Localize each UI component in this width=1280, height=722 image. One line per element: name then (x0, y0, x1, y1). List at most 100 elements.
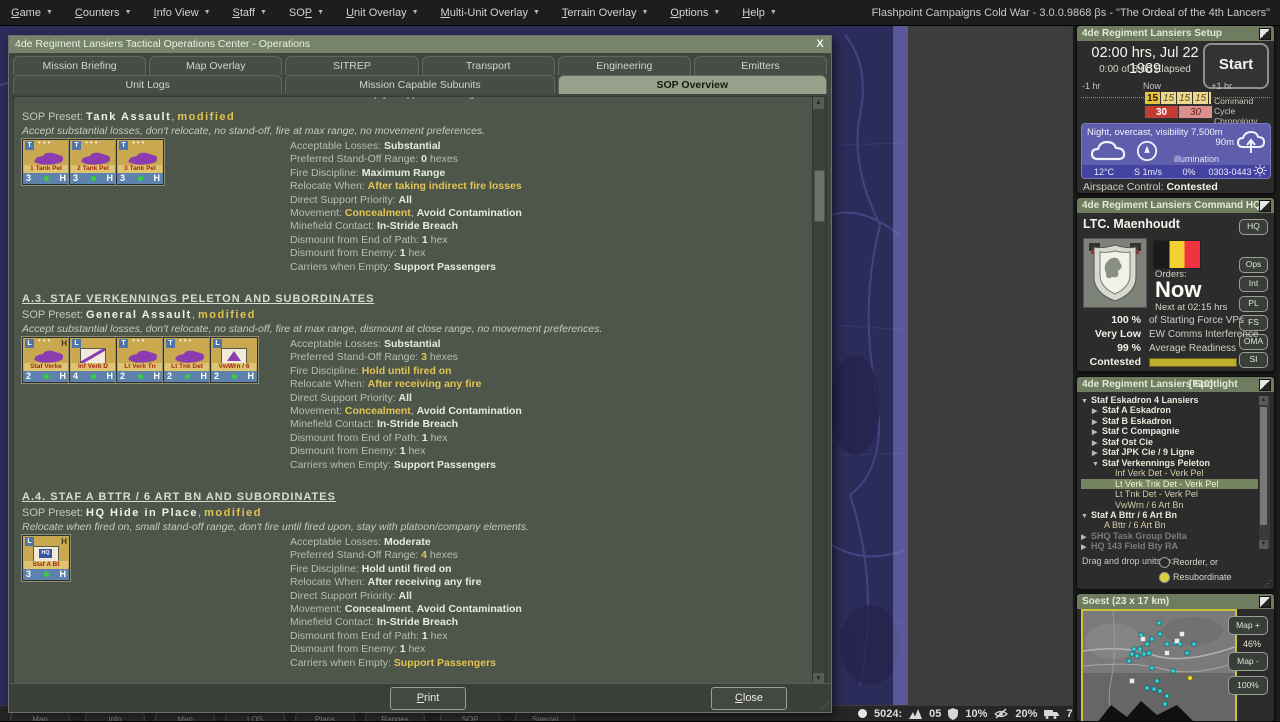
map-zoom-out-button[interactable]: Map - (1228, 652, 1268, 671)
belgium-flag (1153, 240, 1201, 269)
chevron-collapsed-icon[interactable]: ▶ (1092, 449, 1102, 457)
tree-item-staf-eskadron-4-lansiers[interactable]: ▼Staf Eskadron 4 Lansiers (1081, 395, 1259, 405)
chevron-collapsed-icon[interactable]: ▶ (1092, 418, 1102, 426)
reorder-radio[interactable] (1159, 557, 1170, 568)
menu-terrain-overlay[interactable]: Terrain Overlay▼ (551, 7, 660, 19)
sop-prop-row: Minefield Contact: In-Stride Breach (290, 220, 810, 233)
tank-icon (167, 348, 207, 364)
chevron-expanded-icon[interactable]: ▼ (1092, 460, 1102, 468)
counter-status-strip: 3H (70, 173, 116, 184)
scroll-up-icon[interactable]: ▲ (1259, 396, 1268, 405)
ops-button[interactable]: Ops (1239, 257, 1268, 273)
readiness-dot-icon (44, 374, 49, 379)
sop-prop-row: Relocate When: After receiving any fire (290, 576, 810, 589)
tab-sitrep[interactable]: SITREP (285, 56, 418, 75)
unit-counter-lt-verk-tn[interactable]: T•••Lt Verk Tn2H (116, 337, 164, 383)
menu-game[interactable]: Game▼ (0, 7, 64, 19)
menu-info-view[interactable]: Info View▼ (143, 7, 222, 19)
tree-item-hq-143-field-bty-ra[interactable]: ▶HQ 143 Field Bty RA (1081, 541, 1259, 551)
tree-item-vwwrn-6-art-bn[interactable]: VwWrn / 6 Art Bn (1081, 500, 1259, 510)
unit-counter-3-tank-pel[interactable]: T•••3 Tank Pel3H (116, 139, 164, 185)
tree-item-staf-b-eskadron[interactable]: ▶Staf B Eskadron (1081, 416, 1259, 426)
menu-staff[interactable]: Staff▼ (222, 7, 278, 19)
tab-map-overlay[interactable]: Map Overlay (149, 56, 282, 75)
tree-item-staf-a-eskadron[interactable]: ▶Staf A Eskadron (1081, 405, 1259, 415)
unit-counter-vwwrn-6[interactable]: LVwWrn / 62H (210, 337, 258, 383)
tab-mission-capable-subunits[interactable]: Mission Capable Subunits (285, 75, 554, 94)
tree-item-staf-a-bttr-6-art-bn[interactable]: ▼Staf A Bttr / 6 Art Bn (1081, 510, 1259, 520)
chevron-collapsed-icon[interactable]: ▶ (1092, 407, 1102, 415)
spotlight-hotkey: [F10] (1189, 377, 1213, 392)
panel-menu-icon[interactable] (1259, 28, 1271, 40)
chevron-collapsed-icon[interactable]: ▶ (1092, 428, 1102, 436)
close-button[interactable]: Close (711, 687, 787, 710)
unit-counter-staf-verke[interactable]: L•••HStaf Verke2H (22, 337, 70, 383)
unit-counter-staf-a-bt[interactable]: LHHQStaf A Bt3H (22, 535, 70, 581)
tree-item-staf-c-compagnie[interactable]: ▶Staf C Compagnie (1081, 426, 1259, 436)
unit-counter-2-tank-pel[interactable]: T•••2 Tank Pel3H (69, 139, 117, 185)
cycle-box-clipped (1208, 91, 1212, 105)
tab-emitters[interactable]: Emitters (694, 56, 827, 75)
tree-item-staf-verkennings-peleton[interactable]: ▼Staf Verkennings Peleton (1081, 458, 1259, 468)
tree-item-staf-ost-cie[interactable]: ▶Staf Ost Cie (1081, 437, 1259, 447)
resize-grip-icon[interactable]: ⋰ (821, 702, 829, 710)
unit-name: Lt Tnk Det (165, 363, 209, 371)
map-zoom-in-button[interactable]: Map + (1228, 616, 1268, 635)
menu-help[interactable]: Help▼ (731, 7, 788, 19)
tree-scrollbar[interactable]: ▲ ▼ (1258, 395, 1271, 550)
sop-prop-row: Minefield Contact: In-Stride Breach (290, 616, 810, 629)
menu-options[interactable]: Options▼ (659, 7, 731, 19)
print-button[interactable]: Print (390, 687, 466, 710)
unit-marker (1171, 669, 1175, 673)
chevron-expanded-icon[interactable]: ▼ (1081, 397, 1091, 405)
unit-marker (1155, 679, 1159, 683)
resubordinate-radio[interactable] (1159, 572, 1170, 583)
hq-stat-label: of Starting Force VPs (1149, 315, 1244, 326)
minimap[interactable] (1081, 609, 1237, 722)
chevron-collapsed-icon[interactable]: ▶ (1092, 439, 1102, 447)
map-zoom-full-button[interactable]: 100% (1228, 676, 1268, 695)
unit-counter-inf-verk-d[interactable]: LInf Verk D4H (69, 337, 117, 383)
tab-sop-overview[interactable]: SOP Overview (558, 75, 827, 94)
panel-menu-icon[interactable] (1259, 200, 1271, 212)
menu-sop[interactable]: SOP▼ (278, 7, 335, 19)
tree-item-lt-tnk-det-verk-pel[interactable]: Lt Tnk Det - Verk Pel (1081, 489, 1259, 499)
hq-stat-label: EW Comms Interference (1149, 329, 1258, 340)
chevron-collapsed-icon[interactable]: ▶ (1081, 533, 1091, 541)
tab-unit-logs[interactable]: Unit Logs (13, 75, 282, 94)
scroll-down-icon[interactable]: ▼ (1259, 540, 1268, 549)
tab-mission-briefing[interactable]: Mission Briefing (13, 56, 146, 75)
sop-preset-line: SOP Preset: HQ Hide in Place, modified (22, 507, 262, 519)
chevron-expanded-icon[interactable]: ▼ (1081, 512, 1091, 520)
orders-status: Now (1155, 277, 1201, 303)
observer-symbol-icon (221, 348, 247, 364)
panel-menu-icon[interactable] (1259, 596, 1271, 608)
chevron-collapsed-icon[interactable]: ▶ (1081, 543, 1091, 551)
scroll-up-icon[interactable]: ▲ (813, 97, 824, 109)
scrollbar-thumb[interactable] (1260, 407, 1267, 525)
tab-engineering[interactable]: Engineering (558, 56, 691, 75)
menu-unit-overlay[interactable]: Unit Overlay▼ (335, 7, 429, 19)
resize-grip-icon[interactable]: ⋰ (1264, 579, 1272, 588)
unit-counter-1-tank-pel[interactable]: T•••1 Tank Pel3H (22, 139, 70, 185)
unit-counter-lt-tnk-det[interactable]: T•••Lt Tnk Det2H (163, 337, 211, 383)
panel-menu-icon[interactable] (1259, 379, 1271, 391)
content-scrollbar[interactable]: ▲ ▼ (812, 96, 827, 686)
pl-button[interactable]: PL (1239, 296, 1268, 312)
tree-item-staf-jpk-cie-9-ligne[interactable]: ▶Staf JPK Cie / 9 Ligne (1081, 447, 1259, 457)
tree-item-shq-task-group-delta[interactable]: ▶SHQ Task Group Delta (1081, 531, 1259, 541)
tree-item-a-bttr-6-art-bn[interactable]: A Bttr / 6 Art Bn (1081, 520, 1259, 530)
tree-item-lt-verk-tnk-det-verk-pel[interactable]: Lt Verk Tnk Det - Verk Pel (1081, 479, 1259, 489)
sop-preset-line: SOP Preset: General Assault, modified (22, 309, 256, 321)
sop-prop-row: Fire Discipline: Maximum Range (290, 167, 810, 180)
menu-multi-unit-overlay[interactable]: Multi-Unit Overlay▼ (430, 7, 551, 19)
menu-counters[interactable]: Counters▼ (64, 7, 143, 19)
tree-item-inf-verk-det-verk-pel[interactable]: Inf Verk Det - Verk Pel (1081, 468, 1259, 478)
hq-stat-label: Average Readiness (1149, 343, 1236, 354)
close-icon[interactable]: X (813, 37, 827, 51)
hq-button[interactable]: HQ (1239, 219, 1268, 235)
tab-transport[interactable]: Transport (422, 56, 555, 75)
si-button[interactable]: SI (1239, 352, 1268, 368)
scrollbar-thumb[interactable] (814, 170, 825, 222)
int-button[interactable]: Int (1239, 276, 1268, 292)
